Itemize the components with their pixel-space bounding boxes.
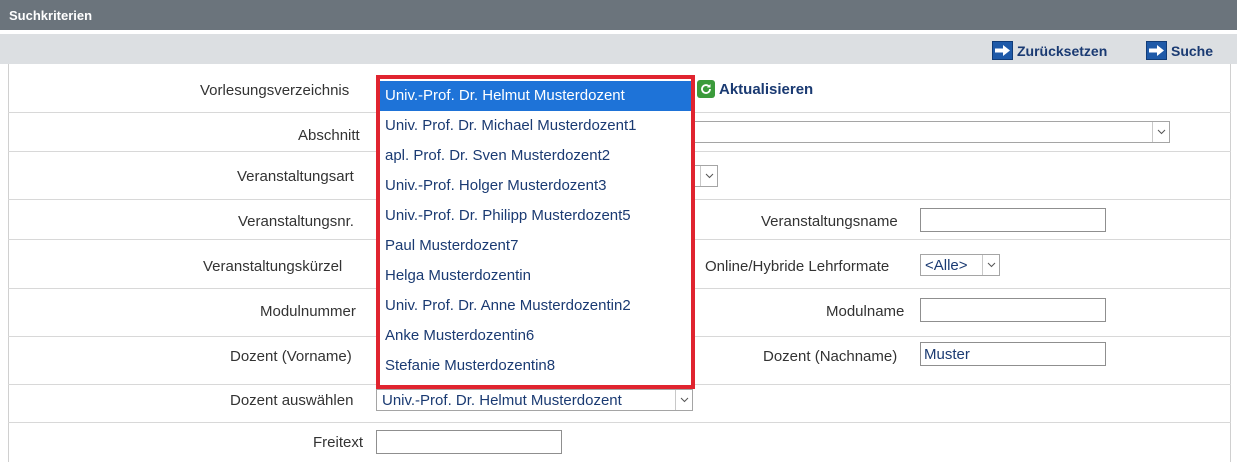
dozent-dropdown-list[interactable]: Univ.-Prof. Dr. Helmut Musterdozent Univ… (376, 75, 695, 389)
veranstaltungsname-input[interactable] (920, 208, 1106, 232)
label-dozent-auswaehlen: Dozent auswählen (230, 392, 354, 409)
label-veranstaltungsnr: Veranstaltungsnr. (238, 213, 354, 230)
aktualisieren-button[interactable]: Aktualisieren (697, 80, 813, 98)
label-modulname: Modulname (826, 303, 905, 320)
lehrformate-select[interactable]: <Alle> (920, 254, 1000, 276)
chevron-down-icon (1152, 122, 1169, 142)
modulname-input[interactable] (920, 298, 1106, 322)
reset-button[interactable]: Zurücksetzen (992, 41, 1107, 60)
label-vorlesungsverzeichnis: Vorlesungsverzeichnis (200, 82, 350, 99)
search-button-label: Suche (1171, 42, 1214, 59)
label-abschnitt: Abschnitt (298, 127, 360, 144)
toolbar: Zurücksetzen Suche (0, 34, 1237, 64)
header-title: Suchkriterien (9, 8, 93, 23)
arrow-right-icon (1146, 41, 1167, 60)
arrow-right-icon (992, 41, 1013, 60)
freitext-input[interactable] (376, 430, 562, 454)
label-veranstaltungskuerzel: Veranstaltungskürzel (203, 258, 343, 275)
dropdown-option[interactable]: Univ.-Prof. Holger Musterdozent3 (380, 171, 691, 201)
dropdown-option[interactable]: apl. Prof. Dr. Sven Musterdozent2 (380, 141, 691, 171)
label-modulnummer: Modulnummer (260, 303, 356, 320)
search-button[interactable]: Suche (1146, 41, 1213, 60)
dropdown-option[interactable]: Helga Musterdozentin (380, 261, 691, 291)
chevron-down-icon (982, 255, 999, 275)
label-dozent-nachname: Dozent (Nachname) (763, 348, 898, 365)
refresh-icon (697, 80, 715, 98)
dropdown-option[interactable]: Univ. Prof. Dr. Anne Musterdozentin2 (380, 291, 691, 321)
dozent-nachname-input[interactable] (920, 342, 1106, 366)
dropdown-option[interactable]: Stefanie Musterdozentin8 (380, 351, 691, 381)
aktualisieren-label: Aktualisieren (719, 80, 814, 98)
label-veranstaltungsart: Veranstaltungsart (237, 168, 354, 185)
label-freitext: Freitext (313, 434, 364, 451)
label-dozent-vorname: Dozent (Vorname) (230, 348, 352, 365)
label-lehrformate: Online/Hybride Lehrformate (705, 258, 890, 275)
dropdown-option[interactable]: Paul Musterdozent7 (380, 231, 691, 261)
dropdown-option[interactable]: Anke Musterdozentin6 (380, 321, 691, 351)
dropdown-option[interactable]: Univ. Prof. Dr. Michael Musterdozent1 (380, 111, 691, 141)
chevron-down-icon (700, 166, 717, 186)
reset-button-label: Zurücksetzen (1017, 42, 1108, 59)
label-veranstaltungsname: Veranstaltungsname (761, 213, 898, 230)
dropdown-option[interactable]: Univ.-Prof. Dr. Helmut Musterdozent (380, 81, 691, 111)
dropdown-option[interactable]: Univ.-Prof. Dr. Philipp Musterdozent5 (380, 201, 691, 231)
search-criteria-header: Suchkriterien (0, 0, 1237, 30)
dozent-auswaehlen-select[interactable]: Univ.-Prof. Dr. Helmut Musterdozent (376, 389, 693, 411)
chevron-down-icon (675, 390, 692, 410)
